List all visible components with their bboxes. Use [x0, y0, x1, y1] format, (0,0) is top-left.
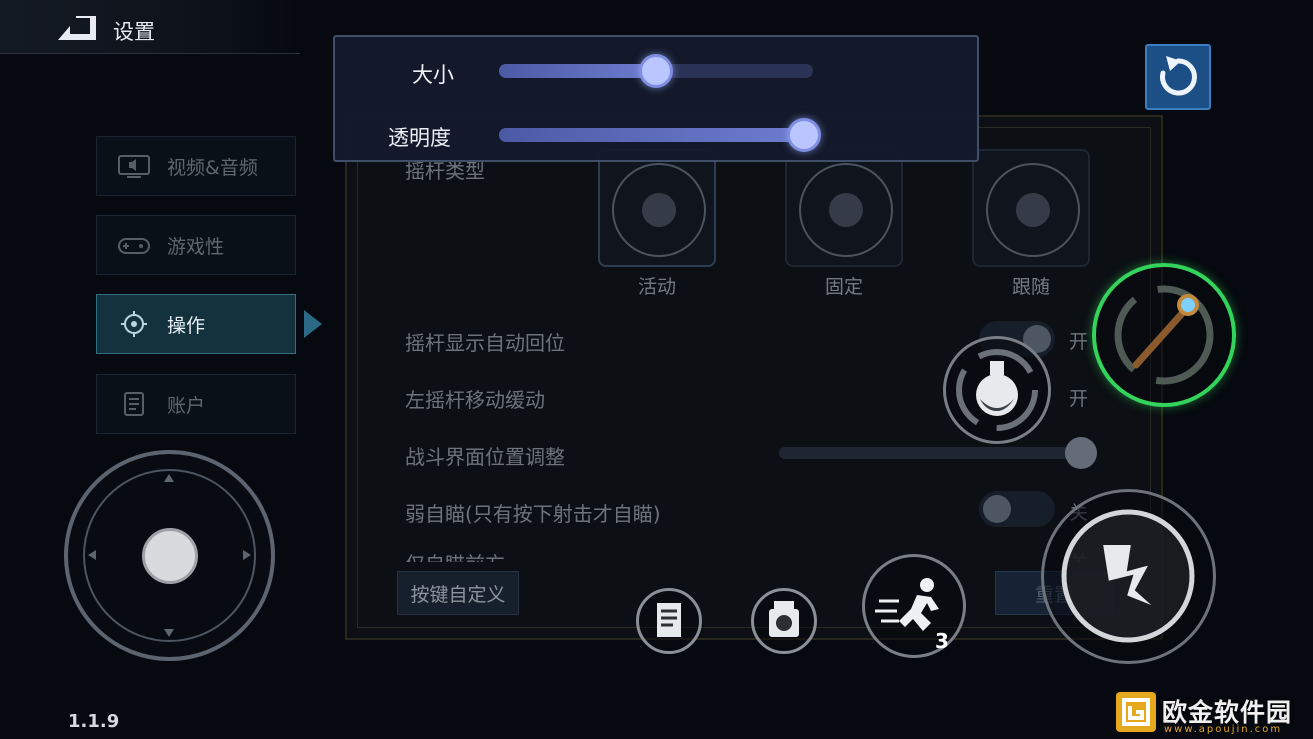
camera-button[interactable] [751, 588, 817, 654]
sidebar-item-label: 视频&音频 [167, 156, 258, 179]
toggle-state: 开 [1069, 331, 1089, 353]
weapon-staff-button[interactable] [1092, 263, 1236, 407]
position-adjust-slider[interactable] [779, 447, 1097, 459]
setting-row-label: 左摇杆移动缓动 [405, 388, 545, 412]
staff-icon [1114, 285, 1214, 385]
joystick-type-fixed[interactable] [785, 149, 903, 267]
joystick-dot [829, 193, 863, 227]
setting-row-label: 仅自瞄前方 [405, 548, 505, 562]
attack-button[interactable] [1041, 489, 1216, 664]
size-slider-fill [499, 64, 656, 78]
sidebar-item-controls[interactable]: 操作 [96, 294, 296, 354]
watermark-logo-icon [1116, 692, 1156, 732]
joystick-type-active[interactable] [598, 149, 716, 267]
sidebar-item-label: 账户 [167, 394, 206, 417]
watermark-url: www.apoujin.com [1164, 724, 1283, 735]
virtual-joystick[interactable] [64, 450, 275, 661]
refresh-icon [1160, 56, 1197, 96]
size-slider-thumb[interactable] [639, 54, 673, 88]
dash-charge-count: 3 [935, 629, 949, 653]
potion-icon [956, 349, 1038, 431]
joystick-type-caption: 跟随 [1011, 276, 1050, 298]
camera-icon [769, 601, 799, 637]
opacity-slider-thumb[interactable] [786, 118, 821, 152]
crosshair-icon [121, 311, 147, 337]
setting-row-label: 摇杆显示自动回位 [405, 331, 565, 355]
notes-icon [657, 603, 681, 637]
setting-row-label: 弱自瞄(只有按下射击才自瞄) [405, 502, 661, 526]
setting-row-label: 战斗界面位置调整 [405, 445, 565, 469]
dash-button[interactable]: 3 [862, 554, 966, 658]
joystick-dot [1016, 193, 1050, 227]
custom-keys-button[interactable]: 按键自定义 [397, 571, 519, 615]
lightning-scroll-icon [1061, 509, 1195, 643]
monitor-speaker-icon [118, 155, 150, 178]
toggle-state: 开 [1069, 388, 1089, 410]
sidebar-item-gameplay[interactable]: 游戏性 [96, 215, 296, 275]
opacity-slider[interactable] [499, 128, 813, 142]
back-icon[interactable] [56, 14, 102, 42]
reset-layout-button[interactable] [1145, 44, 1211, 110]
page-title: 设置 [113, 20, 155, 44]
joystick-knob[interactable] [142, 528, 198, 584]
gamepad-icon [118, 238, 150, 254]
opacity-slider-fill [499, 128, 804, 142]
size-label: 大小 [412, 63, 454, 87]
sidebar-item-label: 操作 [167, 314, 206, 337]
document-icon [124, 392, 144, 416]
joystick-type-caption: 固定 [824, 276, 863, 298]
active-indicator-arrow [304, 310, 322, 338]
notes-button[interactable] [636, 588, 702, 654]
version-label: 1.1.9 [68, 711, 120, 732]
opacity-label: 透明度 [388, 126, 451, 150]
size-opacity-popup: 大小 透明度 [333, 35, 979, 162]
slider-thumb[interactable] [1065, 437, 1097, 469]
sidebar-item-label: 游戏性 [167, 235, 225, 258]
joystick-dot [642, 193, 676, 227]
sidebar-item-account[interactable]: 账户 [96, 374, 296, 434]
joystick-type-follow[interactable] [972, 149, 1090, 267]
sidebar-item-video-audio[interactable]: 视频&音频 [96, 136, 296, 196]
toggle-knob [983, 495, 1011, 523]
potion-button[interactable] [943, 336, 1051, 444]
joystick-type-caption: 活动 [637, 276, 676, 298]
